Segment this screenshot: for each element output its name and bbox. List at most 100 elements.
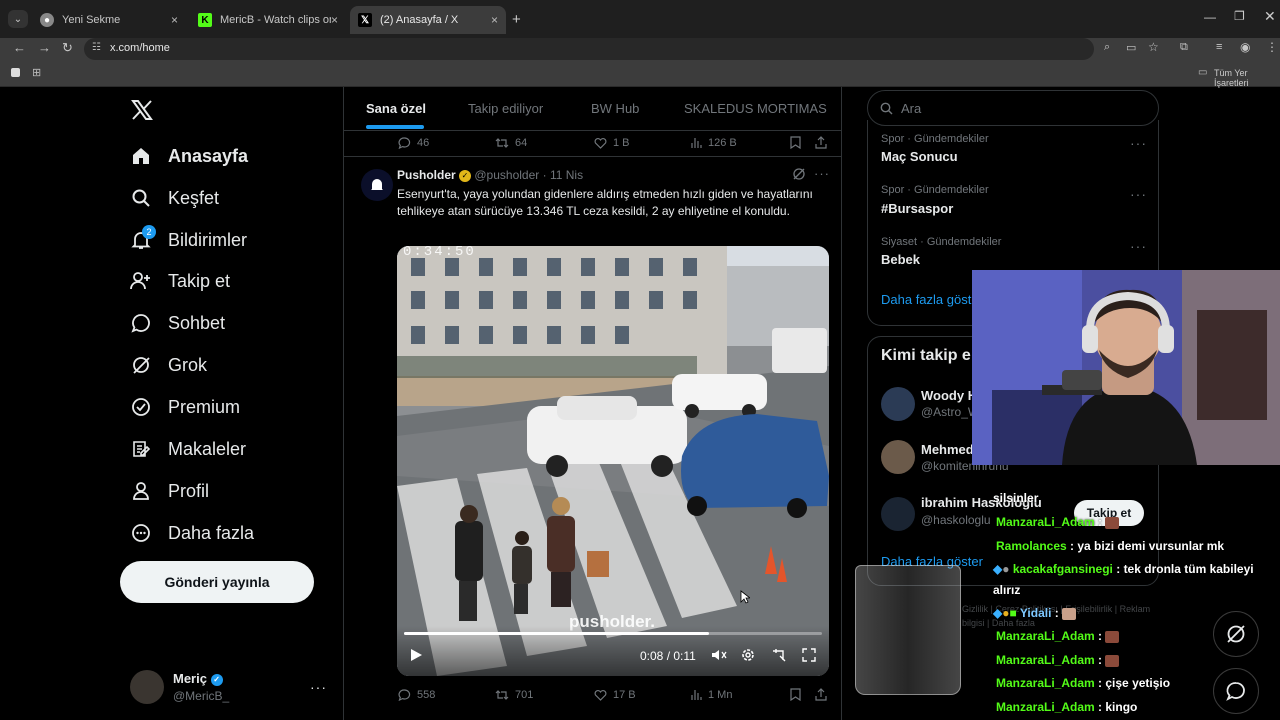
nav-home[interactable]: Anasayfa	[130, 140, 248, 172]
fullscreen-icon[interactable]	[802, 648, 816, 667]
cast-icon[interactable]: ▭	[1126, 41, 1136, 54]
badge-icon: ■	[1009, 606, 1017, 620]
suggestion-avatar[interactable]	[881, 440, 915, 474]
pip-icon[interactable]	[772, 648, 786, 667]
browser-tab-bar: ⌄ ● Yeni Sekme × K MericB - Watch clips …	[0, 0, 1280, 38]
nav-explore[interactable]: Keşfet	[130, 182, 219, 214]
chat-message: ManzaraLi_Adam : çişe yetişio	[996, 676, 1171, 690]
close-tab-icon[interactable]: ×	[331, 13, 338, 27]
repost-button[interactable]: 64	[495, 137, 527, 149]
nav-more[interactable]: Daha fazla	[130, 517, 254, 549]
zoom-icon[interactable]: ⌕	[1104, 41, 1110, 54]
show-more-trends-link[interactable]: Daha fazla göster	[881, 292, 983, 307]
share-icon[interactable]	[815, 688, 833, 701]
account-name[interactable]: Meriç ✓	[173, 671, 223, 686]
nav-notifications[interactable]: 2 Bildirimler	[130, 224, 247, 256]
repost-button[interactable]: 701	[495, 689, 533, 701]
app-icon[interactable]	[11, 68, 20, 77]
trend-more-icon[interactable]: ···	[1130, 135, 1147, 151]
reload-icon[interactable]: ↻	[62, 40, 73, 56]
nav-premium[interactable]: Premium	[130, 391, 240, 423]
nav-chat[interactable]: Sohbet	[130, 307, 225, 339]
post-video[interactable]: 0:34:50 pusholder. 0:08 / 0:11	[397, 246, 829, 676]
like-button[interactable]: 1 B	[594, 137, 630, 149]
nav-profile[interactable]: Profil	[130, 475, 209, 507]
trend-item[interactable]: #Bursaspor	[881, 201, 953, 216]
reply-button[interactable]: 558	[398, 689, 435, 701]
account-avatar[interactable]	[130, 670, 164, 704]
maximize-button[interactable]: ❐	[1234, 9, 1245, 23]
tab-kick[interactable]: K MericB - Watch clips on Kick ×	[190, 6, 346, 34]
x-logo-icon[interactable]	[130, 98, 154, 127]
profile-icon[interactable]: ◉	[1240, 40, 1250, 54]
search-icon	[880, 102, 893, 114]
reply-button[interactable]: 46	[398, 137, 429, 149]
new-tab-button[interactable]: +	[512, 11, 521, 28]
bookmark-star-icon[interactable]: ☆	[1148, 40, 1159, 54]
minimize-button[interactable]: —	[1204, 10, 1216, 24]
account-menu-icon[interactable]: ···	[310, 679, 327, 695]
kick-icon: K	[198, 13, 212, 27]
chat-message: ManzaraLi_Adam :	[996, 515, 1120, 529]
extensions-icon[interactable]: ⧉	[1180, 41, 1188, 54]
x-icon: 𝕏	[358, 13, 372, 27]
trend-more-icon[interactable]: ···	[1130, 238, 1147, 254]
post-more-icon[interactable]: ···	[814, 166, 830, 181]
menu-icon[interactable]: ⋮	[1266, 40, 1278, 54]
bookmark-icon[interactable]	[790, 136, 807, 149]
tab-following[interactable]: Takip ediliyor	[468, 101, 543, 116]
pusholder-avatar[interactable]	[361, 169, 393, 201]
post-author[interactable]: Pusholder	[397, 168, 456, 182]
tab-skaledus[interactable]: SKALEDUS MORTIMAS	[684, 101, 827, 116]
site-info-icon[interactable]: ☷	[92, 42, 101, 53]
post-button[interactable]: Gönderi yayınla	[120, 561, 314, 603]
grok-floating-button[interactable]	[1213, 611, 1259, 657]
share-icon[interactable]	[815, 136, 833, 149]
home-icon	[130, 145, 152, 167]
chat-message: ManzaraLi_Adam : kingo	[996, 700, 1138, 714]
close-tab-icon[interactable]: ×	[171, 13, 178, 27]
video-time: 0:08 / 0:11	[640, 649, 696, 663]
views-button[interactable]: 1 Mn	[690, 689, 732, 701]
close-tab-icon[interactable]: ×	[491, 13, 498, 27]
tab-new-tab[interactable]: ● Yeni Sekme ×	[32, 6, 186, 34]
tab-for-you[interactable]: Sana özel	[366, 101, 426, 116]
trend-category: Siyaset · Gündemdekiler	[881, 236, 1002, 248]
close-window-button[interactable]: ✕	[1264, 8, 1276, 25]
post-handle[interactable]: @pusholder	[474, 168, 539, 182]
volume-icon[interactable]	[711, 648, 727, 667]
forward-icon[interactable]: →	[38, 40, 51, 55]
like-button[interactable]: 17 B	[594, 689, 636, 701]
views-button[interactable]: 126 B	[690, 137, 737, 149]
post-date[interactable]: 11 Nis	[550, 168, 583, 182]
footer-link[interactable]: Gizlilik	[962, 604, 988, 614]
trend-more-icon[interactable]: ···	[1130, 186, 1147, 202]
suggestion-name[interactable]: Mehmed	[921, 442, 974, 457]
play-icon[interactable]	[409, 648, 423, 667]
video-scrubber[interactable]	[404, 632, 822, 635]
trend-item[interactable]: Maç Sonucu	[881, 149, 958, 164]
tab-bw-hub[interactable]: BW Hub	[591, 101, 639, 116]
nav-articles[interactable]: Makaleler	[130, 433, 246, 465]
nav-follow[interactable]: Takip et	[130, 265, 230, 297]
search-icon	[130, 187, 152, 209]
settings-icon[interactable]	[741, 648, 755, 667]
suggestion-avatar[interactable]	[881, 497, 915, 531]
bookmark-icon[interactable]	[790, 688, 807, 701]
chat-message: silsinler	[993, 491, 1039, 505]
messages-floating-button[interactable]	[1213, 668, 1259, 714]
pusholder-bell-icon	[371, 179, 383, 191]
suggestion-name[interactable]: Woody H	[921, 388, 977, 403]
emote-icon	[1105, 630, 1120, 643]
media-icon[interactable]: ≡	[1216, 41, 1222, 53]
all-bookmarks-link[interactable]: Tüm Yer İşaretleri	[1214, 68, 1280, 88]
suggestion-avatar[interactable]	[881, 387, 915, 421]
grok-explain-icon[interactable]	[792, 167, 806, 186]
address-field[interactable]: ☷ x.com/home	[84, 38, 1094, 60]
trend-item[interactable]: Bebek	[881, 252, 920, 267]
nav-grok[interactable]: Grok	[130, 349, 207, 381]
apps-grid-icon[interactable]: ⊞	[32, 66, 41, 79]
tab-x-home[interactable]: 𝕏 (2) Anasayfa / X ×	[350, 6, 506, 34]
back-icon[interactable]: ←	[13, 40, 26, 55]
tab-list-button[interactable]: ⌄	[8, 10, 28, 28]
